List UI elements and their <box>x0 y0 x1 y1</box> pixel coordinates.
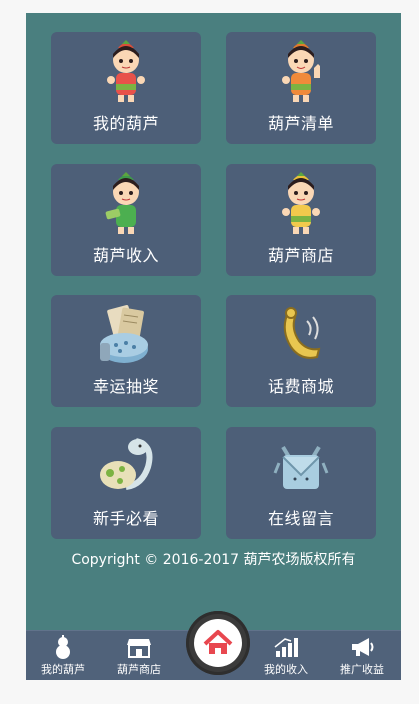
app-screen: 我的葫芦 葫芦清单 葫芦收入 葫芦商店 幸运抽奖 话费商城 新手必看 在线留言 … <box>26 13 401 680</box>
gourd-boy-icon <box>107 40 145 102</box>
tab-label: 我的葫芦 <box>41 663 85 676</box>
message-envelope-icon <box>273 445 329 489</box>
menu-tile-online-message[interactable]: 在线留言 <box>226 427 376 539</box>
menu-tile-label: 幸运抽奖 <box>92 377 159 396</box>
megaphone-icon <box>352 638 374 656</box>
copyright-text: Copyright © 2016-2017 葫芦农场版权所有 <box>71 552 356 568</box>
menu-tile-label: 在线留言 <box>267 509 334 528</box>
gourd-boy-shop-icon <box>282 172 320 234</box>
menu-tile-gourd-shop[interactable]: 葫芦商店 <box>226 164 376 276</box>
tab-promotion-earnings[interactable]: 推广收益 <box>325 631 399 680</box>
menu-tile-label: 葫芦商店 <box>267 246 334 265</box>
gourd-boy-money-icon <box>105 172 139 234</box>
bar-chart-icon <box>274 638 298 657</box>
shop-icon <box>127 639 151 658</box>
tab-label: 葫芦商店 <box>117 663 161 676</box>
menu-tile-label: 我的葫芦 <box>92 114 159 133</box>
tab-label: 我的收入 <box>264 663 308 676</box>
gourd-boy-thumbs-icon <box>282 40 320 102</box>
home-button[interactable] <box>186 611 250 675</box>
menu-tile-label: 葫芦清单 <box>267 114 334 133</box>
menu-tile-gourd-list[interactable]: 葫芦清单 <box>226 32 376 144</box>
lottery-icon <box>100 305 148 363</box>
tab-my-gourd[interactable]: 我的葫芦 <box>26 631 100 680</box>
menu-tile-label: 新手必看 <box>92 509 159 528</box>
bottom-tab-bar: 我的葫芦 葫芦商店 我的收入 推广收益 <box>26 611 401 680</box>
menu-tile-label: 葫芦收入 <box>92 246 159 265</box>
tab-my-income[interactable]: 我的收入 <box>249 631 323 680</box>
home-icon <box>203 630 233 654</box>
tab-gourd-shop[interactable]: 葫芦商店 <box>102 631 176 680</box>
guide-dragon-icon <box>100 438 153 490</box>
menu-tile-gourd-income[interactable]: 葫芦收入 <box>51 164 201 276</box>
tab-label: 推广收益 <box>340 663 384 676</box>
menu-tile-phone-credit-mall[interactable]: 话费商城 <box>226 295 376 407</box>
menu-tile-newbie-guide[interactable]: 新手必看 <box>51 427 201 539</box>
gourd-icon <box>56 635 70 659</box>
phone-icon <box>283 307 321 359</box>
menu-tile-my-gourd[interactable]: 我的葫芦 <box>51 32 201 144</box>
menu-tile-label: 话费商城 <box>267 377 334 396</box>
menu-tile-lucky-draw[interactable]: 幸运抽奖 <box>51 295 201 407</box>
